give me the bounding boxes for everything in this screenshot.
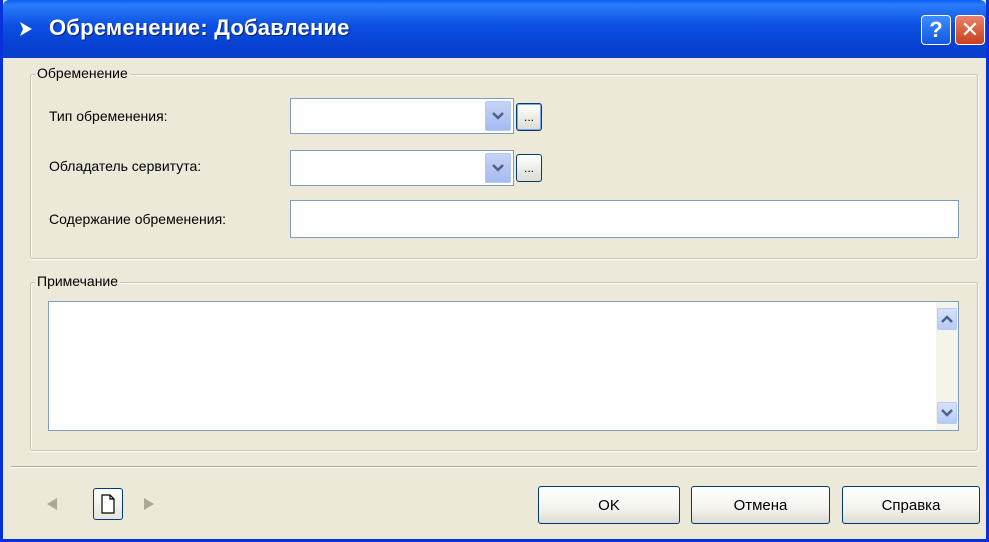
- type-browse-button[interactable]: ...: [516, 103, 542, 131]
- ok-button[interactable]: OK: [538, 486, 680, 524]
- cancel-button[interactable]: Отмена: [691, 486, 830, 524]
- encumbrance-group-legend: Обременение: [35, 65, 130, 81]
- close-button[interactable]: ✕: [955, 15, 985, 45]
- prev-arrow-icon: [47, 498, 57, 510]
- help-button[interactable]: Справка: [842, 486, 980, 524]
- holder-combobox[interactable]: [290, 150, 514, 186]
- type-label: Тип обременения:: [49, 108, 168, 124]
- window-title: Обременение: Добавление: [49, 15, 350, 40]
- holder-browse-button[interactable]: ...: [516, 154, 542, 182]
- chevron-down-icon[interactable]: [485, 101, 511, 131]
- content-field[interactable]: [290, 200, 959, 238]
- next-button[interactable]: [134, 488, 164, 520]
- chevron-down-icon: [941, 409, 953, 417]
- help-title-button[interactable]: ?: [921, 15, 951, 45]
- scroll-up-button[interactable]: [937, 308, 957, 330]
- page-icon: [101, 494, 115, 514]
- footer-separator: [11, 466, 977, 468]
- next-arrow-icon: [144, 498, 154, 510]
- type-combobox[interactable]: [290, 98, 514, 134]
- holder-label: Обладатель сервитута:: [49, 158, 202, 174]
- dialog-window: Обременение: Добавление ? ✕ Обременение …: [0, 0, 989, 542]
- title-bar[interactable]: Обременение: Добавление ? ✕: [3, 0, 986, 58]
- note-textarea[interactable]: [48, 301, 959, 431]
- note-scrollbar[interactable]: [936, 302, 958, 430]
- chevron-down-icon[interactable]: [485, 153, 511, 183]
- arrow-icon: [20, 22, 32, 36]
- scroll-down-button[interactable]: [937, 402, 957, 424]
- note-group-legend: Примечание: [35, 273, 121, 289]
- chevron-up-icon: [941, 315, 953, 323]
- prev-button[interactable]: [37, 488, 67, 520]
- page-button[interactable]: [93, 488, 123, 520]
- content-label: Содержание обременения:: [49, 211, 227, 227]
